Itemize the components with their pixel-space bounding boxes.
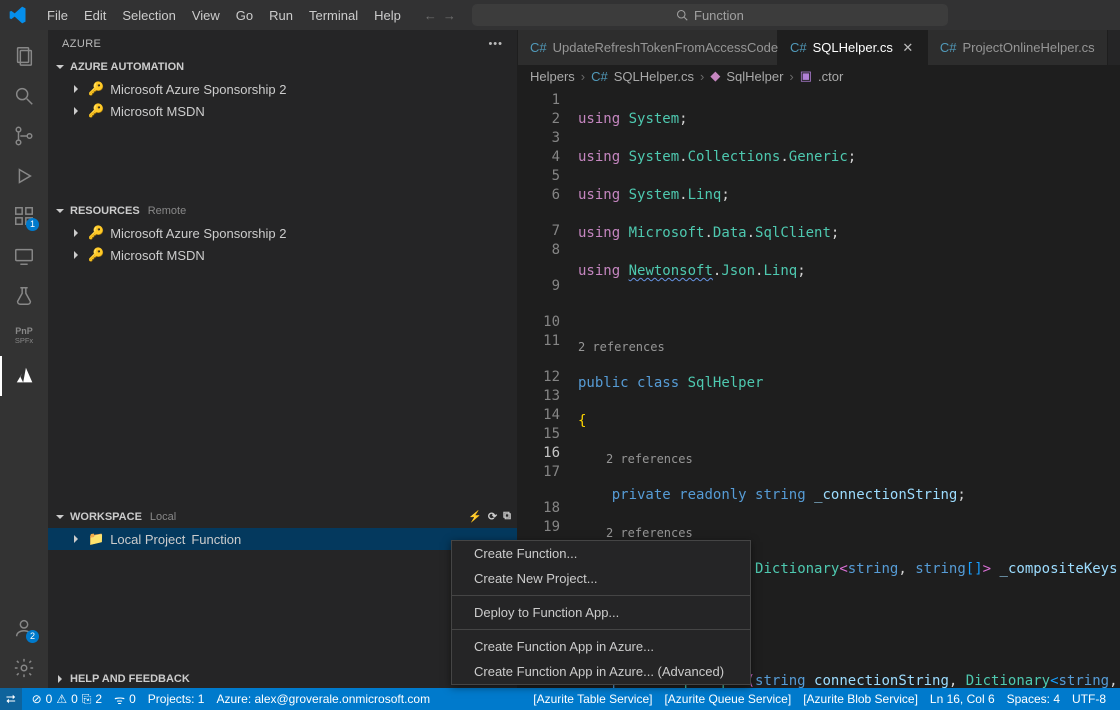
extensions-badge: 1	[26, 218, 39, 231]
chevron-right-icon	[70, 105, 82, 117]
menu-go[interactable]: Go	[229, 4, 260, 27]
tree-item-local-project[interactable]: 📁 Local Project Function	[48, 528, 517, 550]
chevron-down-icon	[54, 61, 66, 73]
lightning-icon[interactable]: ⚡	[468, 510, 482, 523]
context-menu: Create Function... Create New Project...…	[451, 540, 751, 685]
refresh-icon[interactable]: ⟳	[488, 510, 497, 523]
sidebar-title: AZURE	[62, 38, 101, 50]
chevron-right-icon	[70, 83, 82, 95]
ctx-create-function-app[interactable]: Create Function App in Azure...	[452, 634, 750, 659]
menu-separator	[452, 629, 750, 630]
remote-indicator[interactable]: ⮂	[0, 688, 22, 710]
testing-icon[interactable]	[0, 276, 48, 316]
status-radio[interactable]: ᯤ0	[108, 691, 142, 708]
chevron-right-icon	[54, 673, 66, 685]
status-problems[interactable]: ⊘0 ⚠0 ⎘2	[26, 692, 109, 707]
accounts-icon[interactable]: 2	[0, 608, 48, 648]
tree-item-msdn-res[interactable]: 🔑 Microsoft MSDN	[48, 244, 517, 266]
csharp-file-icon: C#	[591, 69, 608, 84]
command-center-search[interactable]: Function	[472, 4, 948, 26]
chevron-down-icon	[54, 511, 66, 523]
status-azurite-queue[interactable]: [Azurite Queue Service]	[658, 692, 797, 706]
tab-updaterefreshtoken[interactable]: C# UpdateRefreshTokenFromAccessCode.cs	[518, 30, 778, 65]
status-projects[interactable]: Projects: 1	[142, 692, 211, 706]
ctx-create-function[interactable]: Create Function...	[452, 541, 750, 566]
menu-view[interactable]: View	[185, 4, 227, 27]
chevron-right-icon	[70, 533, 82, 545]
remote-explorer-icon[interactable]	[0, 236, 48, 276]
chevron-down-icon	[54, 205, 66, 217]
status-azure-account[interactable]: Azure: alex@groverale.onmicrosoft.com	[210, 692, 436, 706]
key-icon: 🔑	[88, 81, 104, 97]
search-activity-icon[interactable]	[0, 76, 48, 116]
status-spaces[interactable]: Spaces: 4	[1001, 692, 1066, 706]
status-encoding[interactable]: UTF-8	[1066, 692, 1112, 706]
nav-back-icon[interactable]: ←	[424, 8, 437, 23]
section-azure-automation[interactable]: AZURE AUTOMATION	[48, 58, 517, 76]
csharp-file-icon: C#	[940, 40, 957, 55]
explorer-icon[interactable]	[0, 36, 48, 76]
class-icon: ◆	[710, 68, 720, 84]
menu-edit[interactable]: Edit	[77, 4, 113, 27]
ctx-create-new-project[interactable]: Create New Project...	[452, 566, 750, 591]
status-bar: ⮂ ⊘0 ⚠0 ⎘2 ᯤ0 Projects: 1 Azure: alex@gr…	[0, 688, 1120, 710]
menu-separator	[452, 595, 750, 596]
tree-item-sponsorship-res[interactable]: 🔑 Microsoft Azure Sponsorship 2	[48, 222, 517, 244]
search-placeholder: Function	[694, 8, 744, 23]
section-resources[interactable]: RESOURCES Remote	[48, 202, 517, 220]
codelens[interactable]: 2 references	[578, 524, 1120, 541]
breadcrumb[interactable]: Helpers› C#SQLHelper.cs› ◆SqlHelper› ▣.c…	[518, 65, 1120, 87]
chevron-right-icon	[70, 227, 82, 239]
ctx-deploy-function-app[interactable]: Deploy to Function App...	[452, 600, 750, 625]
sidebar-more-icon[interactable]: •••	[488, 38, 503, 50]
settings-gear-icon[interactable]	[0, 648, 48, 688]
azure-icon[interactable]	[0, 356, 48, 396]
section-help[interactable]: HELP AND FEEDBACK	[48, 670, 517, 688]
activity-bar: 1 PnPSPFx 2	[0, 30, 48, 688]
tab-projectonline[interactable]: C# ProjectOnlineHelper.cs	[928, 30, 1108, 65]
key-icon: 🔑	[88, 247, 104, 263]
status-cursor[interactable]: Ln 16, Col 6	[924, 692, 1001, 706]
codelens[interactable]: 2 references	[578, 450, 1120, 467]
status-azurite-table[interactable]: [Azurite Table Service]	[527, 692, 658, 706]
accounts-badge: 2	[26, 630, 39, 643]
method-icon: ▣	[800, 68, 812, 84]
tab-sqlhelper[interactable]: C# SQLHelper.cs ✕	[778, 30, 928, 65]
menu-bar: File Edit Selection View Go Run Terminal…	[40, 4, 408, 27]
key-icon: 🔑	[88, 103, 104, 119]
search-icon	[676, 9, 688, 21]
menu-terminal[interactable]: Terminal	[302, 4, 365, 27]
pnp-icon[interactable]: PnPSPFx	[0, 316, 48, 356]
extensions-icon[interactable]: 1	[0, 196, 48, 236]
menu-file[interactable]: File	[40, 4, 75, 27]
nav-forward-icon[interactable]: →	[443, 8, 456, 23]
run-debug-icon[interactable]	[0, 156, 48, 196]
section-workspace[interactable]: WORKSPACE Local ⚡ ⟳ ⧉	[48, 507, 517, 526]
tree-item-sponsorship[interactable]: 🔑 Microsoft Azure Sponsorship 2	[48, 78, 517, 100]
menu-selection[interactable]: Selection	[115, 4, 182, 27]
csharp-file-icon: C#	[790, 40, 807, 55]
chevron-right-icon	[70, 249, 82, 261]
ctx-create-function-app-advanced[interactable]: Create Function App in Azure... (Advance…	[452, 659, 750, 684]
csharp-file-icon: C#	[530, 40, 547, 55]
collapse-icon[interactable]: ⧉	[503, 510, 511, 523]
folder-icon: 📁	[88, 531, 104, 547]
codelens[interactable]: 2 references	[578, 338, 1120, 355]
editor-tabs: C# UpdateRefreshTokenFromAccessCode.cs C…	[518, 30, 1120, 65]
close-tab-icon[interactable]: ✕	[901, 40, 915, 56]
scm-icon[interactable]	[0, 116, 48, 156]
key-icon: 🔑	[88, 225, 104, 241]
menu-run[interactable]: Run	[262, 4, 300, 27]
tree-item-msdn[interactable]: 🔑 Microsoft MSDN	[48, 100, 517, 122]
vscode-logo-icon	[8, 5, 28, 25]
status-azurite-blob[interactable]: [Azurite Blob Service]	[797, 692, 924, 706]
menu-help[interactable]: Help	[367, 4, 408, 27]
